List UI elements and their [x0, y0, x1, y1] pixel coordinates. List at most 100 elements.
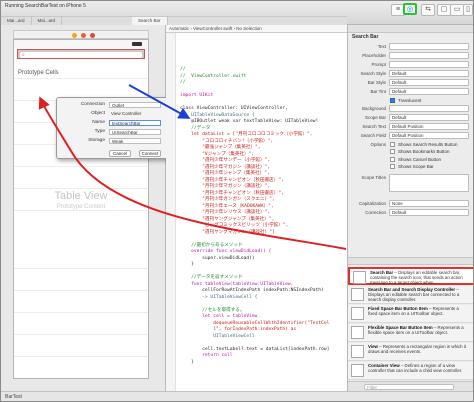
capitalization-row-field[interactable]: None: [389, 199, 469, 207]
code-line: "月刊少年マガジン（講談社）",: [180, 184, 271, 189]
inspector-row: Bar Style Default: [348, 79, 473, 87]
separator: [14, 356, 148, 357]
scene-dock: [13, 30, 149, 39]
name-field[interactable]: textSearchBar: [109, 120, 161, 126]
search-bar-option-checkbox[interactable]: [390, 149, 395, 154]
debug-bar: BarTest: [1, 391, 473, 401]
view-controller-icon[interactable]: [72, 33, 77, 38]
storage-select[interactable]: Weak: [109, 138, 161, 144]
inspector-row: Bar Tint Default: [348, 88, 473, 96]
code-line: "月刊少年ガンガン（スクエニ）",: [180, 197, 275, 202]
editor-gutter: [166, 33, 176, 391]
search-bar-option-label: Shows Bookmarks Button: [398, 149, 450, 154]
separator: [14, 290, 148, 291]
code-line: "ビッグコミックスピリッツ（小学館）",: [180, 223, 289, 228]
code-line: "月刊少年エース（KADOKAWA）",: [180, 203, 274, 209]
code-line: dequeueReusableCellWithIdentifier("TestC…: [180, 320, 330, 326]
library-item[interactable]: Fixed Space Bar Button Item – Represents…: [348, 305, 473, 323]
type-label: Type: [94, 129, 105, 134]
library-item[interactable]: View – Represents a rectangular region i…: [348, 343, 473, 361]
type-field[interactable]: UISearchBar: [109, 129, 161, 135]
code-line: }: [180, 262, 194, 267]
code-editor[interactable]: //// ViewController.swift// import UIKit c…: [176, 33, 347, 391]
inspector-row-field[interactable]: [389, 52, 469, 59]
library-item-icon: [351, 288, 364, 301]
inspector-row-field[interactable]: Default Position: [389, 131, 469, 139]
code-line: "週刊少年ジャンプ（集英社）",: [180, 171, 270, 176]
search-bar-option[interactable]: Shows Scope Bar: [348, 163, 473, 171]
inspector-row-field[interactable]: [389, 104, 469, 112]
code-line: "Vジャンプ（集英社）",: [180, 151, 255, 157]
code-line: }: [180, 359, 194, 365]
library-item-desc: – Represents a rectangular region in whi…: [368, 344, 467, 355]
search-bar-option-checkbox[interactable]: [390, 164, 395, 169]
scope-titles-row: Scope Titles: [348, 173, 473, 192]
separator: [14, 334, 148, 335]
code-line: "月刊少年シリウス（講談社）",: [180, 210, 271, 215]
editor-tabs: Mai...ard Mai...ard Search Bar: [1, 16, 347, 25]
navigator-toggle-icon[interactable]: ▢: [437, 4, 451, 16]
search-bar-option-checkbox[interactable]: [390, 156, 395, 162]
library-tabs[interactable]: [348, 257, 473, 265]
table-view-subtitle: Prototype Content: [56, 204, 106, 210]
code-line: -> UITableViewCell {: [180, 294, 258, 300]
separator: [14, 268, 148, 269]
library-item-icon: [351, 364, 364, 377]
connect-button[interactable]: Connect: [139, 150, 161, 157]
inspector-row-field[interactable]: [389, 61, 469, 68]
assistant-editor-icon[interactable]: ◎: [403, 3, 417, 15]
library-item[interactable]: Flexible Space Bar Button Item – Represe…: [348, 324, 473, 342]
translucent-option-checkbox[interactable]: [390, 98, 395, 103]
library-filter-input[interactable]: Filter: [364, 384, 454, 390]
first-responder-icon[interactable]: [81, 33, 86, 38]
tab-search-bar[interactable]: Search Bar: [132, 17, 168, 25]
object-value: View Controller: [111, 111, 142, 116]
search-bar[interactable]: ⌕: [17, 49, 145, 59]
library-item-text: View – Represents a rectangular region i…: [368, 344, 468, 354]
code-line: //: [180, 67, 186, 72]
inspector-row: Text: [348, 43, 473, 51]
code-line: let cell = tableView.: [180, 314, 261, 319]
jump-bar[interactable]: Automatic › ViewController.swift › No Se…: [166, 25, 347, 33]
tab-storyboard-2[interactable]: Mai...ard: [32, 17, 63, 25]
separator: [14, 166, 148, 167]
prototype-cells-label: Prototype Cells: [18, 70, 59, 76]
code-line: override func viewDidLoad() {: [180, 249, 272, 254]
library-item-text: Search Bar and Search Display Controller…: [368, 287, 468, 303]
inspector-row-label: Bar Style: [367, 80, 386, 85]
inspector-row-label: Search Text: [362, 123, 386, 129]
view-controller-scene[interactable]: ⌕ Prototype Cells Table View Prototype C…: [13, 39, 149, 379]
code-line: class ViewController: UIViewController,: [180, 106, 288, 111]
cancel-button[interactable]: Cancel: [109, 150, 131, 157]
capitalization-row: Capitalization None: [348, 199, 473, 208]
inspector-row-field[interactable]: [389, 43, 469, 50]
inspector-row-field[interactable]: Default: [389, 113, 469, 121]
code-line: @IBOutlet weak var textTableView: UITabl…: [180, 119, 319, 124]
library-item[interactable]: Search Bar and Search Display Controller…: [348, 286, 473, 304]
tab-storyboard[interactable]: Mai...ard: [1, 17, 32, 25]
library-item-icon: [353, 271, 366, 284]
scope-titles-list[interactable]: [389, 173, 469, 192]
inspector-row-field[interactable]: Default: [389, 88, 469, 95]
exit-icon[interactable]: [90, 33, 95, 38]
inspector-row: Prompt: [348, 61, 473, 69]
version-editor-icon[interactable]: ⇆: [421, 4, 435, 16]
library-item[interactable]: Container View – Defines a region of a v…: [348, 362, 473, 380]
library-item-icon: [351, 307, 364, 320]
search-field[interactable]: ⌕: [20, 52, 142, 58]
search-bar-option-label: Shows Scope Bar: [398, 164, 434, 169]
inspector-row-field[interactable]: Default: [389, 79, 469, 86]
code-line: "月刊少年チャンピオン（秋田書店）",: [180, 190, 284, 196]
correction-row-field[interactable]: Default: [389, 208, 469, 216]
library-item[interactable]: Search Bar – Displays an editable search…: [348, 267, 473, 285]
connection-popup: Connection Outlet Object View Controller N…: [56, 97, 170, 159]
correction-row: Correction Default: [348, 208, 473, 217]
inspector-row-field[interactable]: Default: [389, 70, 469, 77]
inspector-tabs[interactable]: [348, 25, 473, 33]
utilities-toggle-icon[interactable]: ▯: [463, 4, 473, 16]
code-line: //データ: [180, 125, 211, 131]
inspector-row-field[interactable]: Default Position: [389, 122, 469, 130]
connection-select[interactable]: Outlet: [109, 102, 161, 108]
search-bar-option-checkbox[interactable]: [390, 141, 395, 147]
debug-toggle-icon[interactable]: ▭: [450, 4, 464, 16]
